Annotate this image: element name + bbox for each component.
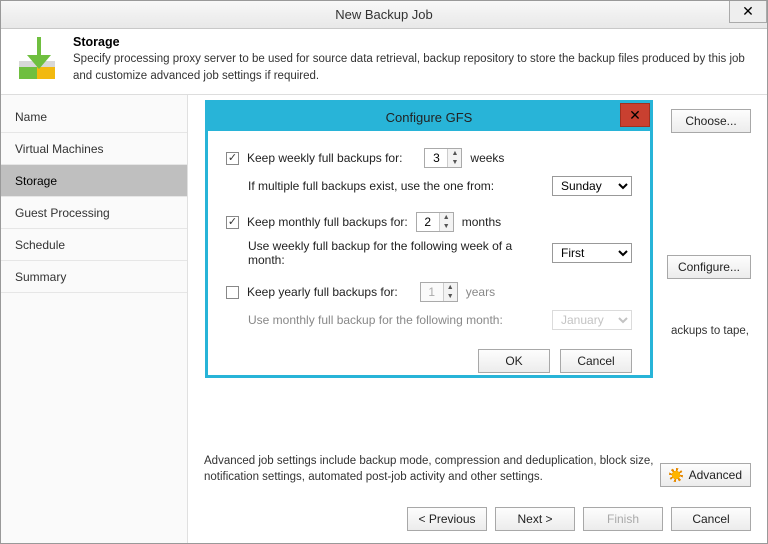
dialog-body: Keep weekly full backups for: ▲▼ weeks I… [208,131,650,349]
storage-icon [13,35,61,83]
wizard-header: Storage Specify processing proxy server … [1,29,767,95]
cancel-button[interactable]: Cancel [671,507,751,531]
gear-icon [669,468,683,482]
advanced-button[interactable]: Advanced [660,463,751,487]
header-text: Storage Specify processing proxy server … [73,35,755,84]
dialog-title: Configure GFS [386,110,473,125]
monthly-checkbox[interactable] [226,216,239,229]
step-name[interactable]: Name [1,101,187,133]
dialog-close-button[interactable]: ✕ [620,103,650,127]
header-subtitle: Specify processing proxy server to be us… [73,53,745,82]
titlebar: New Backup Job ✕ [1,1,767,29]
dialog-ok-button[interactable]: OK [478,349,550,373]
weekly-value[interactable] [425,149,447,167]
yearly-spinner: ▲▼ [420,282,458,302]
yearly-month-select: January [552,310,632,330]
window-title: New Backup Job [335,7,433,22]
spinner-down-icon[interactable]: ▼ [448,158,461,167]
monthly-label: Keep monthly full backups for: [247,215,408,229]
monthly-unit: months [462,215,501,229]
monthly-spinner[interactable]: ▲▼ [416,212,454,232]
finish-button: Finish [583,507,663,531]
spinner-down-icon: ▼ [444,292,457,301]
step-summary[interactable]: Summary [1,261,187,293]
monthly-value[interactable] [417,213,439,231]
weekly-checkbox[interactable] [226,152,239,165]
configure-gfs-dialog: Configure GFS ✕ Keep weekly full backups… [205,100,653,378]
weekly-unit: weeks [470,151,504,165]
spinner-up-icon: ▲ [444,283,457,292]
yearly-value [421,283,443,301]
wizard-footer-buttons: < Previous Next > Finish Cancel [407,507,751,531]
spinner-down-icon[interactable]: ▼ [440,222,453,231]
tape-text-fragment: ackups to tape, [671,325,751,337]
step-storage[interactable]: Storage [1,165,187,197]
window-close-button[interactable]: ✕ [729,1,767,23]
dialog-cancel-button[interactable]: Cancel [560,349,632,373]
advanced-description: Advanced job settings include backup mod… [204,453,674,485]
previous-button[interactable]: < Previous [407,507,487,531]
weekly-day-select[interactable]: Sunday [552,176,632,196]
configure-button[interactable]: Configure... [667,255,751,279]
yearly-checkbox[interactable] [226,286,239,299]
spinner-up-icon[interactable]: ▲ [440,213,453,222]
weekly-sub-label: If multiple full backups exist, use the … [248,179,544,193]
dialog-titlebar: Configure GFS ✕ [208,103,650,131]
dialog-buttons: OK Cancel [208,349,650,387]
spinner-up-icon[interactable]: ▲ [448,149,461,158]
step-virtual-machines[interactable]: Virtual Machines [1,133,187,165]
weekly-label: Keep weekly full backups for: [247,151,402,165]
wizard-sidebar: Name Virtual Machines Storage Guest Proc… [1,95,188,543]
choose-button[interactable]: Choose... [671,109,751,133]
yearly-sub-label: Use monthly full backup for the followin… [248,313,544,327]
advanced-button-label: Advanced [689,468,742,482]
monthly-week-select[interactable]: First [552,243,632,263]
step-schedule[interactable]: Schedule [1,229,187,261]
weekly-spinner[interactable]: ▲▼ [424,148,462,168]
header-title: Storage [73,35,755,49]
yearly-unit: years [466,285,495,299]
yearly-label: Keep yearly full backups for: [247,285,398,299]
next-button[interactable]: Next > [495,507,575,531]
monthly-sub-label: Use weekly full backup for the following… [248,239,544,267]
step-guest-processing[interactable]: Guest Processing [1,197,187,229]
